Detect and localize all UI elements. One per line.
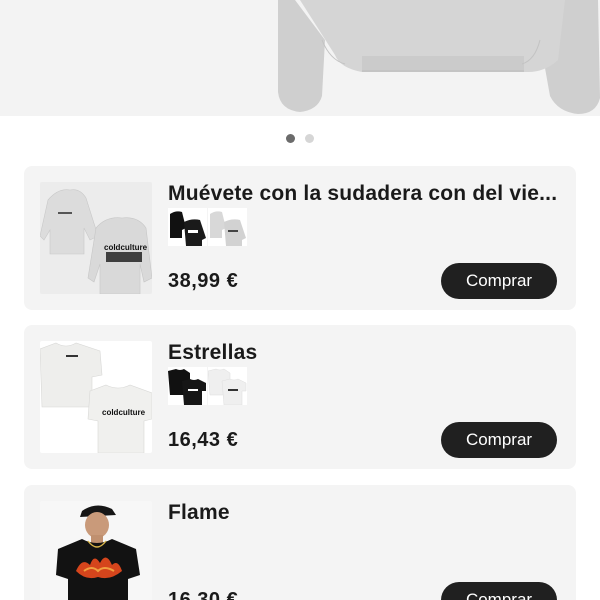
product-thumbnail[interactable] [40, 501, 152, 600]
product-thumbnail[interactable]: coldculture [40, 341, 152, 453]
variant-black[interactable] [168, 208, 207, 246]
buy-button[interactable]: Comprar [441, 582, 557, 600]
carousel-dot-1[interactable] [286, 134, 295, 143]
buy-button[interactable]: Comprar [441, 263, 557, 299]
product-price: 16,30 € [168, 589, 239, 600]
product-title[interactable]: Estrellas [168, 341, 568, 365]
hero-product-image[interactable] [0, 0, 600, 116]
hoodie-illustration [278, 0, 600, 114]
product-card[interactable]: coldculture Muévete con la sudadera con … [24, 166, 576, 310]
carousel-dot-2[interactable] [305, 134, 314, 143]
product-title[interactable]: Flame [168, 501, 568, 525]
product-thumbnail[interactable]: coldculture [40, 182, 152, 294]
product-title[interactable]: Muévete con la sudadera con del vie... [168, 182, 568, 206]
carousel-dots [0, 134, 600, 143]
thumb-logo-text: coldculture [104, 243, 148, 252]
product-price: 38,99 € [168, 270, 239, 292]
product-price: 16,43 € [168, 429, 239, 451]
product-card[interactable]: Flame 16,30 € Comprar [24, 485, 576, 600]
color-variants [168, 208, 247, 246]
variant-black[interactable] [168, 367, 207, 405]
thumb-logo-text: coldculture [102, 408, 146, 417]
color-variants [168, 367, 247, 405]
variant-white[interactable] [208, 367, 247, 405]
variant-grey[interactable] [208, 208, 247, 246]
product-card[interactable]: coldculture Estrellas 16,43 € Comprar [24, 325, 576, 469]
buy-button[interactable]: Comprar [441, 422, 557, 458]
